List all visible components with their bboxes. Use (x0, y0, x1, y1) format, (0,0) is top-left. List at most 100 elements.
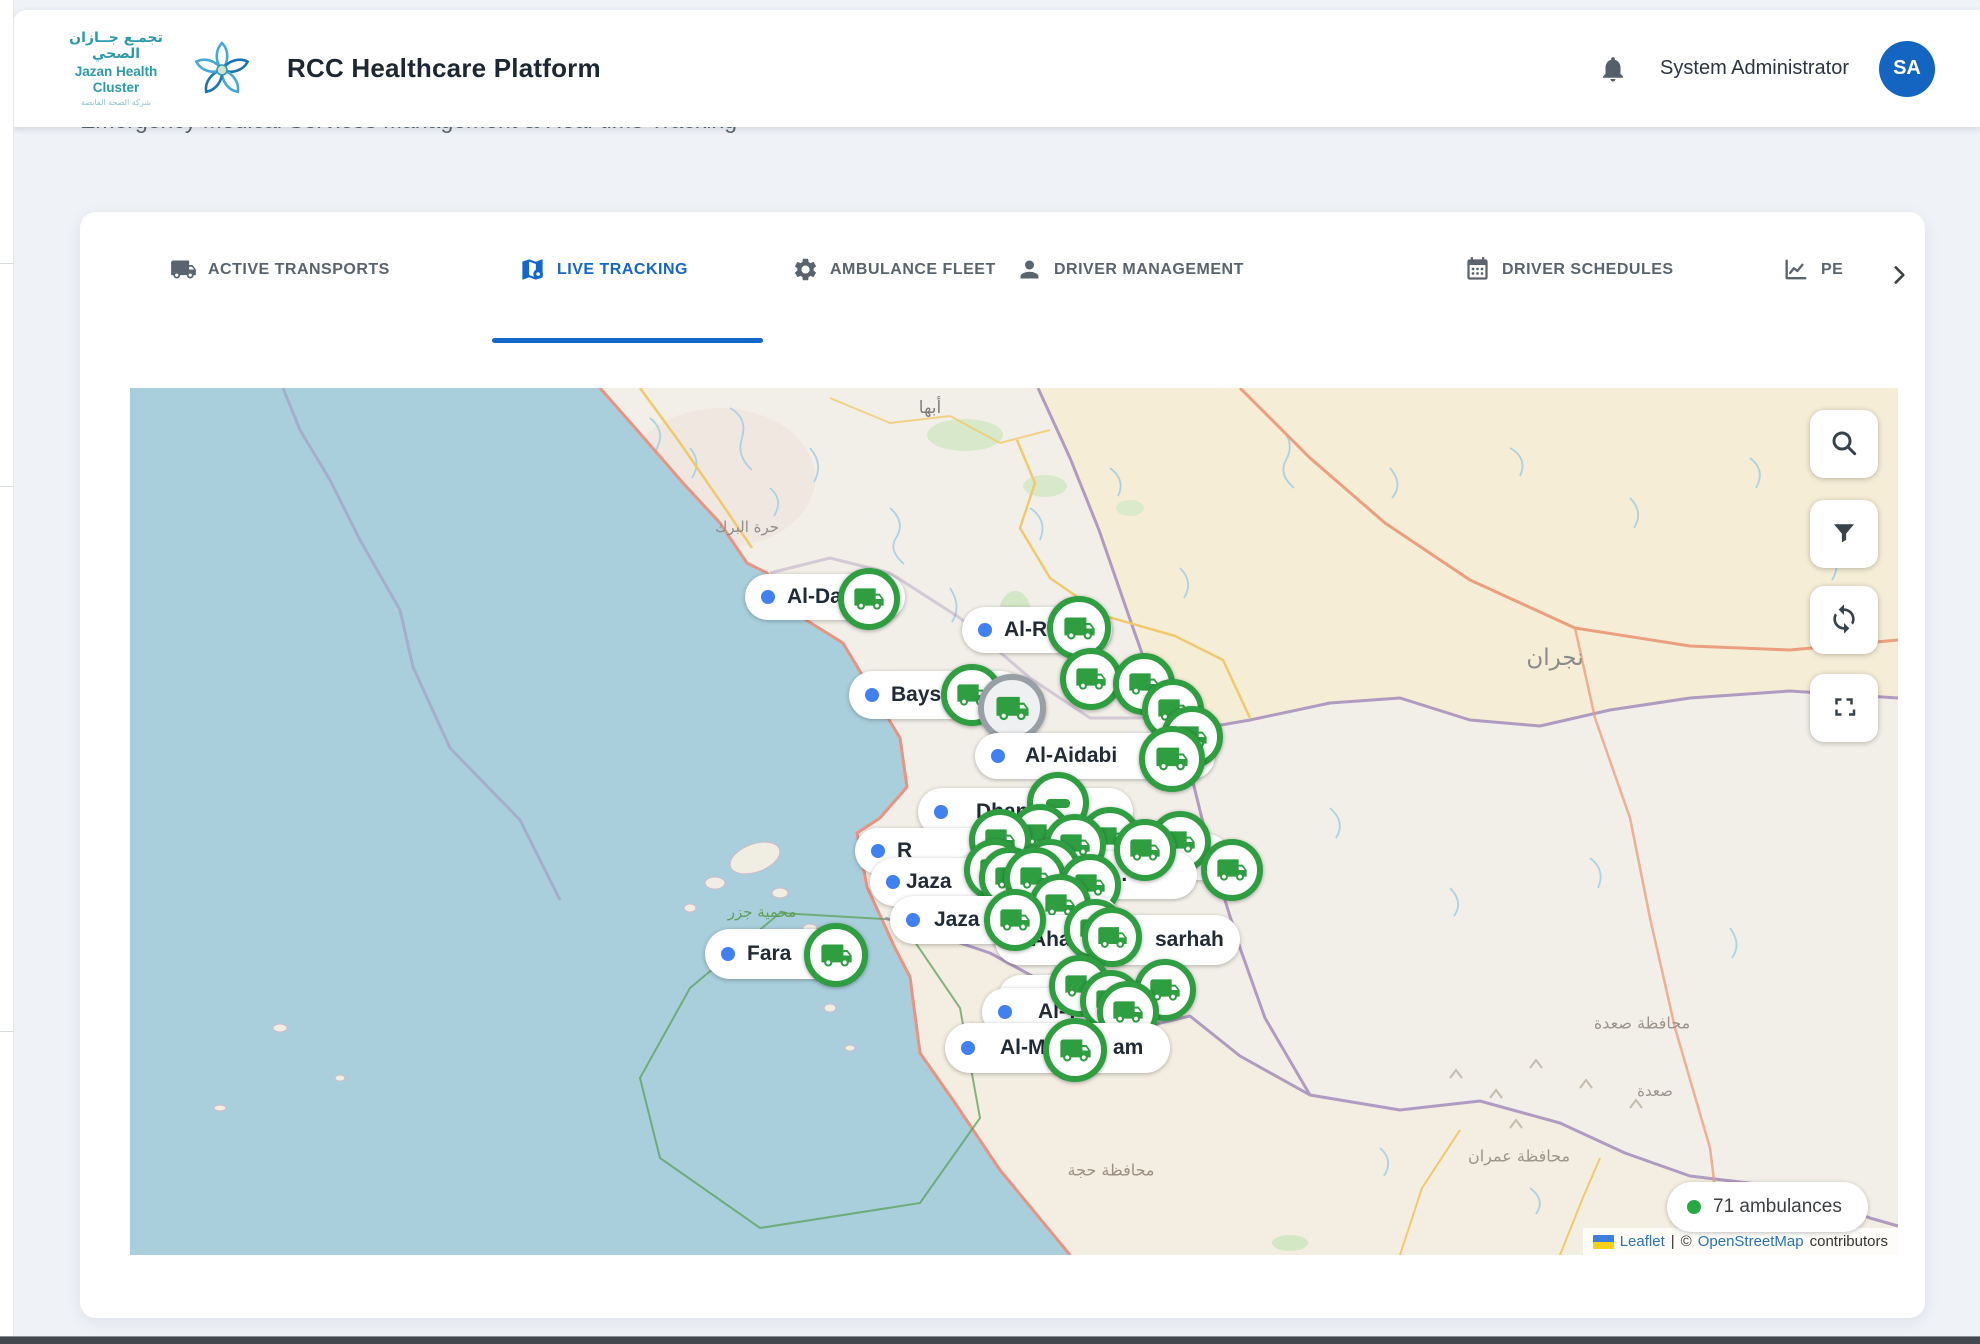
ambulance-marker[interactable] (978, 674, 1046, 742)
attribution-suffix: contributors (1810, 1233, 1888, 1250)
map-place-label: حرة البرك (715, 518, 779, 536)
avatar[interactable]: SA (1879, 41, 1935, 97)
tabs-scroll-right-chevron-icon[interactable] (1886, 262, 1912, 293)
station-status-dot (761, 590, 775, 604)
tab-label: AMBULANCE FLEET (830, 261, 996, 279)
ambulance-truck-icon (1075, 663, 1107, 695)
copyright-symbol: © (1681, 1233, 1692, 1250)
map-place-label: محافظة عمران (1468, 1147, 1570, 1166)
station-status-dot (934, 805, 948, 819)
station-name-text: Fara (747, 942, 791, 966)
brand-tagline-text: شركة الصحة القابضة (55, 98, 177, 107)
tab-label: ACTIVE TRANSPORTS (208, 261, 390, 279)
live-tracking-map[interactable]: أبها حرة البرك نجران محافظة صعدة صعدة محمية ج… (130, 388, 1898, 1255)
ambulance-marker[interactable] (838, 568, 900, 630)
calendar-icon (1464, 256, 1491, 283)
tab-label: DRIVER MANAGEMENT (1054, 261, 1244, 279)
ambulance-marker[interactable] (1201, 839, 1263, 901)
station-status-dot (998, 1005, 1012, 1019)
tab-pe[interactable]: PE (1782, 256, 1843, 284)
brand-english-text: Jazan Health Cluster (55, 64, 177, 95)
application-window: Emergency Medical Services Management & … (0, 0, 1980, 1344)
map-attribution: Leaflet | © OpenStreetMap contributors (1583, 1228, 1898, 1255)
station-name-text: Al-M (1000, 1036, 1046, 1060)
app-header: تجمـع جــازان الصحي Jazan Health Cluster… (13, 10, 1980, 127)
ambulance-marker[interactable] (1114, 819, 1176, 881)
ambulance-count-text: 71 ambulances (1713, 1196, 1842, 1218)
ambulance-marker[interactable] (1139, 726, 1205, 792)
ambulance-truck-icon (1129, 834, 1161, 866)
filter-icon (1829, 518, 1859, 551)
tab-active-transports[interactable]: ACTIVE TRANSPORTS (170, 256, 390, 283)
active-tab-indicator (492, 338, 763, 343)
leaflet-link[interactable]: Leaflet (1620, 1233, 1665, 1250)
chart-icon (1782, 256, 1810, 284)
map-place-label: صعدة (1637, 1082, 1673, 1100)
map-place-label: محمية جزر (728, 903, 797, 921)
station-name-text: sarhah (1155, 928, 1224, 952)
tab-bar: ACTIVE TRANSPORTS LIVE TRACKING AMBULANCE … (80, 212, 1925, 342)
ambulance-truck-icon (820, 939, 853, 972)
map-place-label: نجران (1526, 645, 1583, 671)
station-status-dot (871, 844, 885, 858)
map-refresh-button[interactable] (1810, 586, 1878, 654)
ambulance-truck-icon (1155, 742, 1189, 776)
tab-ambulance-fleet[interactable]: AMBULANCE FLEET (792, 256, 996, 283)
station-name-text: am (1113, 1036, 1143, 1060)
fullscreen-icon (1829, 692, 1859, 725)
map-place-label: أبها (919, 398, 941, 418)
station-name-text: Bays (891, 683, 941, 707)
ambulance-marker[interactable] (804, 923, 868, 987)
map-fullscreen-button[interactable] (1810, 674, 1878, 742)
search-icon (1828, 427, 1860, 462)
ambulance-truck-icon (1097, 922, 1128, 953)
station-name-text: Al-Da (787, 585, 842, 609)
ambulance-truck-icon (995, 691, 1030, 726)
ambulance-marker[interactable] (984, 889, 1046, 951)
notifications-bell-icon[interactable] (1598, 54, 1628, 84)
map-place-label: محافظة حجة (1067, 1161, 1154, 1180)
gear-icon (792, 256, 819, 283)
station-status-dot (978, 623, 992, 637)
station-status-dot (865, 688, 879, 702)
tab-driver-management[interactable]: DRIVER MANAGEMENT (1016, 256, 1244, 283)
station-status-dot (886, 875, 900, 889)
ukraine-flag-icon (1593, 1235, 1614, 1249)
station-name-text: Al-Aidabi (1025, 744, 1117, 768)
ambulance-truck-icon (1059, 1034, 1092, 1067)
brand-block: تجمـع جــازان الصحي Jazan Health Cluster… (55, 30, 177, 107)
ambulance-truck-icon (1063, 612, 1096, 645)
attribution-separator: | (1671, 1233, 1675, 1250)
green-status-dot (1687, 1200, 1701, 1214)
tab-live-tracking[interactable]: LIVE TRACKING (519, 256, 688, 283)
map-filter-button[interactable] (1810, 500, 1878, 568)
jazan-cluster-logo-icon (191, 35, 253, 103)
tab-driver-schedules[interactable]: DRIVER SCHEDULES (1464, 256, 1674, 283)
ambulance-truck-icon (999, 904, 1031, 936)
user-name: System Administrator (1660, 57, 1849, 80)
station-status-dot (906, 913, 920, 927)
tab-label: LIVE TRACKING (557, 261, 688, 279)
left-panel-edge (0, 0, 14, 1344)
brand-arabic-text: تجمـع جــازان الصحي (55, 30, 177, 62)
ambulance-truck-icon (1216, 854, 1248, 886)
window-bottom-edge (0, 1336, 1980, 1344)
station-name-text: Jaza (934, 908, 980, 932)
openstreetmap-link[interactable]: OpenStreetMap (1698, 1233, 1804, 1250)
page-title: RCC Healthcare Platform (287, 53, 601, 84)
map-search-button[interactable] (1810, 410, 1878, 478)
trackmap-icon (519, 256, 546, 283)
station-name-text: Jaza (906, 870, 952, 894)
refresh-icon (1828, 603, 1860, 638)
ambulance-marker[interactable] (1043, 1018, 1107, 1082)
tracking-card: ACTIVE TRANSPORTS LIVE TRACKING AMBULANCE … (80, 212, 1925, 1318)
station-status-dot (721, 947, 735, 961)
tab-label: PE (1821, 261, 1843, 279)
ambulance-count-badge: 71 ambulances (1667, 1182, 1868, 1232)
map-place-label: محافظة صعدة (1594, 1014, 1690, 1033)
ambulance-truck-icon (853, 583, 885, 615)
station-status-dot (991, 749, 1005, 763)
truck-icon (170, 256, 197, 283)
tab-label: DRIVER SCHEDULES (1502, 261, 1674, 279)
person-icon (1016, 256, 1043, 283)
